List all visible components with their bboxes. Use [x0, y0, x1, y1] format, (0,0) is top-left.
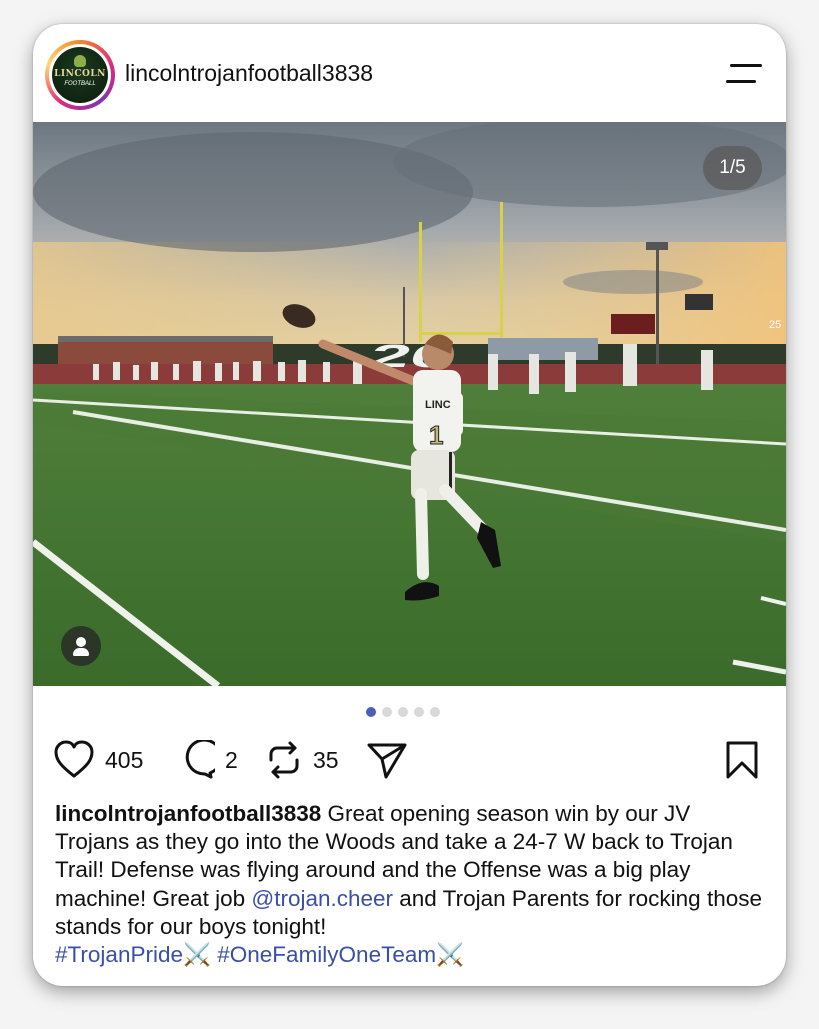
trojan-helmet-icon: [74, 55, 86, 67]
share-button[interactable]: [366, 736, 408, 784]
post-header: LINCOLN FOOTBALL lincolntrojanfootball38…: [33, 24, 786, 122]
carousel-dot-5[interactable]: [430, 707, 440, 717]
hashtag-onefamilyoneteam[interactable]: #OneFamilyOneTeam: [217, 942, 436, 967]
scoreboard-number: 25: [769, 319, 781, 331]
image-counter: 1/5: [703, 146, 762, 190]
football-field-photo: 25 20 LINCO 1: [33, 122, 786, 686]
logo-subtext: FOOTBALL: [64, 81, 96, 87]
bookmark-icon: [726, 741, 758, 779]
carousel-dot-3[interactable]: [398, 707, 408, 717]
user-icon: [76, 637, 86, 647]
comment-button[interactable]: 2: [175, 736, 238, 784]
carousel-dot-2[interactable]: [382, 707, 392, 717]
comment-count: 2: [225, 746, 238, 773]
jersey-number: 1: [429, 420, 443, 450]
profile-avatar[interactable]: LINCOLN FOOTBALL: [45, 40, 115, 110]
carousel-indicator: [366, 707, 440, 717]
crossed-swords-emoji: ⚔️: [182, 942, 211, 968]
tagged-users-button[interactable]: [61, 626, 101, 666]
repost-count: 35: [313, 746, 339, 773]
carousel-dot-1[interactable]: [366, 707, 376, 717]
like-button[interactable]: 405: [53, 736, 143, 784]
carousel-dot-4[interactable]: [414, 707, 424, 717]
post-username[interactable]: lincolntrojanfootball3838: [125, 60, 373, 87]
heart-icon: [54, 740, 94, 778]
post-caption: lincolntrojanfootball3838 Great opening …: [55, 800, 767, 969]
menu-icon[interactable]: [726, 62, 762, 86]
save-button[interactable]: [725, 736, 759, 784]
mention-link[interactable]: @trojan.cheer: [251, 886, 393, 911]
lincoln-football-logo: LINCOLN FOOTBALL: [52, 47, 108, 103]
caption-username[interactable]: lincolntrojanfootball3838: [55, 801, 321, 826]
logo-text: LINCOLN: [54, 69, 106, 79]
hashtag-trojanpride[interactable]: #TrojanPride: [55, 942, 183, 967]
action-bar: 405 2 35: [33, 736, 786, 786]
instagram-post-card: LINCOLN FOOTBALL lincolntrojanfootball38…: [33, 24, 786, 986]
crossed-swords-emoji-2: ⚔️: [436, 942, 465, 968]
repost-button[interactable]: 35: [265, 736, 339, 784]
repost-icon: [269, 741, 299, 779]
like-count: 405: [105, 746, 144, 773]
comment-icon: [185, 740, 215, 779]
send-icon: [367, 743, 407, 779]
post-image[interactable]: 25 20 LINCO 1 1/5: [33, 122, 786, 686]
